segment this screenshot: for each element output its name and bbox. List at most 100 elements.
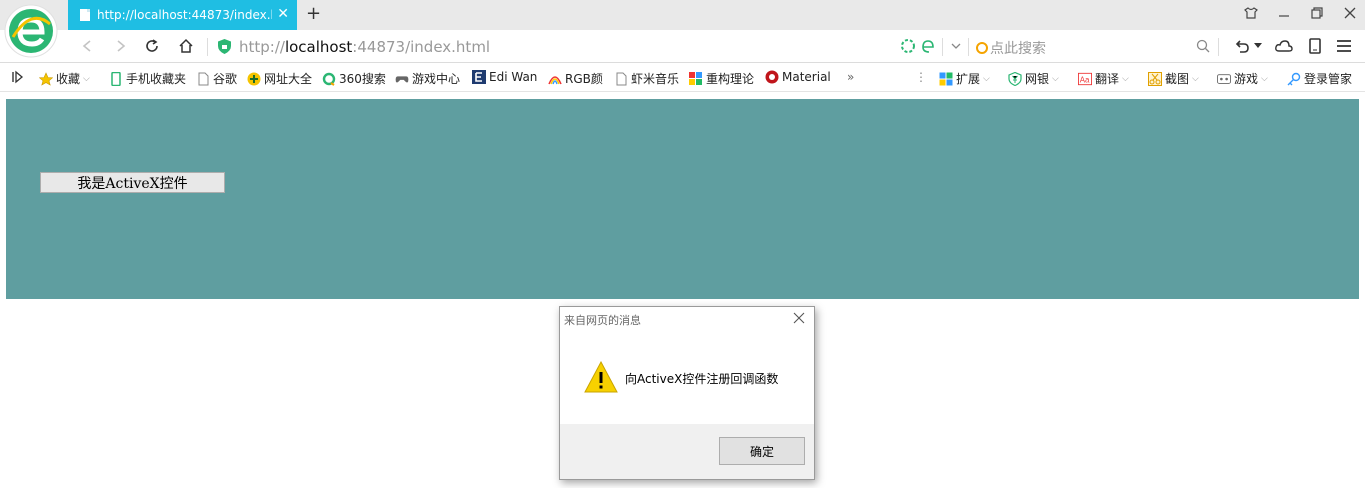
toolbar-item-extensions[interactable]: 扩展 ⌵ — [939, 70, 990, 87]
reload-icon[interactable] — [142, 36, 162, 56]
separator — [1218, 38, 1219, 56]
search-input[interactable]: 点此搜索 — [976, 38, 1210, 58]
bookmark-item-material[interactable]: Material — [765, 70, 831, 84]
bookmark-item-directory[interactable]: 网址大全 — [247, 70, 312, 87]
chevron-down-icon: ⌵ — [83, 73, 90, 84]
edi-icon — [472, 70, 486, 84]
toolbar-item-screenshot[interactable]: 截图 ⌵ — [1148, 70, 1199, 87]
svg-text:Aa: Aa — [1080, 75, 1090, 84]
chevron-down-icon[interactable] — [946, 36, 966, 56]
ok-button[interactable]: 确定 — [719, 437, 805, 465]
toolbar-item-password-manager[interactable]: 登录管家 — [1287, 70, 1352, 87]
activex-control-button[interactable]: 我是ActiveX控件 — [40, 172, 225, 193]
dialog-footer: 确定 — [560, 424, 814, 479]
active-tab[interactable]: http://localhost:44873/index.ht ✕ — [68, 0, 297, 30]
material-icon — [765, 70, 779, 84]
bookmark-item-google[interactable]: 谷歌 — [196, 70, 237, 87]
bookmark-label: 360搜索 — [339, 72, 386, 86]
blocks-icon — [689, 71, 702, 85]
separator — [942, 38, 943, 56]
tab-strip: http://localhost:44873/index.ht ✕ + — [0, 0, 1365, 30]
search-360-icon — [976, 42, 988, 54]
warning-icon — [584, 361, 618, 393]
skin-icon[interactable] — [1244, 6, 1258, 20]
url-field[interactable]: http://localhost:44873/index.html — [239, 38, 490, 56]
toolbar-label: 登录管家 — [1304, 72, 1353, 86]
back-icon[interactable] — [78, 36, 98, 56]
star-icon — [39, 71, 53, 86]
page-content-area: 我是ActiveX控件 — [6, 99, 1359, 299]
restore-icon[interactable] — [1310, 6, 1324, 20]
tab-close-icon[interactable]: ✕ — [277, 7, 289, 21]
window-controls — [1244, 6, 1357, 20]
toolbar-item-games[interactable]: 游戏 ⌵ — [1217, 70, 1268, 87]
phone-icon — [111, 71, 121, 86]
forward-icon[interactable] — [110, 36, 130, 56]
separator — [207, 38, 208, 56]
bookmark-label: 收藏 — [56, 72, 81, 86]
bookmark-label: 游戏中心 — [412, 72, 461, 86]
close-window-icon[interactable] — [1343, 6, 1357, 20]
chevron-down-icon: ⌵ — [1052, 73, 1059, 84]
chevron-down-icon: ⌵ — [1261, 73, 1268, 84]
chevron-down-icon[interactable] — [1252, 36, 1264, 56]
yuan-icon — [1008, 71, 1022, 86]
toolbar-item-banking[interactable]: 网银 ⌵ — [1008, 70, 1059, 87]
search-placeholder: 点此搜索 — [990, 41, 1046, 57]
alert-dialog: 来自网页的消息 向ActiveX控件注册回调函数 确定 — [559, 306, 815, 480]
bookmark-item-refactoring[interactable]: 重构理论 — [689, 70, 754, 87]
sidebar-toggle-icon[interactable] — [12, 70, 24, 84]
bookmark-label: Edi Wan — [489, 70, 538, 84]
undo-close-tab-icon[interactable] — [1232, 36, 1252, 56]
mobile-icon[interactable] — [1305, 36, 1325, 56]
page-icon — [198, 72, 209, 85]
rainbow-icon — [548, 75, 562, 84]
bookmark-bar: 收藏 ⌵ 手机收藏夹 谷歌 网址大全 360搜索 游戏中心 Edi Wan RGB… — [0, 64, 1365, 92]
bookmark-more-button[interactable]: » — [847, 70, 854, 84]
toolbar-item-translate[interactable]: Aa 翻译 ⌵ — [1078, 70, 1129, 87]
bookmark-label: 虾米音乐 — [631, 72, 680, 86]
bookmark-item-ediwan[interactable]: Edi Wan — [472, 70, 537, 84]
toolbar-label: 扩展 — [956, 72, 981, 86]
translate-icon: Aa — [1078, 72, 1092, 85]
toolbar-label: 网银 — [1025, 72, 1050, 86]
bookmark-label: Material — [782, 70, 831, 84]
bookmark-label: 手机收藏夹 — [126, 72, 187, 86]
toolbar-label: 截图 — [1165, 72, 1190, 86]
search-icon[interactable] — [1196, 39, 1210, 56]
game-icon — [1217, 73, 1231, 84]
key-icon — [1287, 72, 1301, 85]
url-path: :44873/index.html — [352, 38, 491, 56]
chevron-down-icon: ⌵ — [1192, 73, 1199, 84]
puzzle-icon — [939, 72, 953, 85]
bookmark-item-games[interactable]: 游戏中心 — [395, 70, 460, 87]
gamepad-icon — [395, 75, 409, 82]
url-host: localhost — [284, 38, 353, 56]
menu-icon[interactable] — [1334, 36, 1354, 56]
chevron-down-icon: ⌵ — [1122, 73, 1129, 84]
separator — [968, 38, 969, 56]
bookmark-item-favorites[interactable]: 收藏 ⌵ — [39, 70, 90, 87]
address-bar: http://localhost:44873/index.html 点此搜索 — [0, 30, 1365, 63]
more-vertical-icon[interactable]: ⋮ — [915, 70, 927, 84]
bookmark-item-rgb[interactable]: RGB颜 — [548, 70, 603, 87]
dialog-message: 向ActiveX控件注册回调函数 — [625, 372, 779, 386]
scissors-icon — [1148, 71, 1162, 86]
close-icon[interactable] — [793, 312, 805, 324]
new-tab-button[interactable]: + — [306, 5, 321, 23]
speed-mode-icon[interactable] — [898, 36, 918, 56]
bookmark-item-360search[interactable]: 360搜索 — [322, 70, 386, 87]
cloud-sync-icon[interactable] — [1274, 36, 1294, 56]
url-scheme: http:// — [239, 38, 285, 56]
tab-title: http://localhost:44873/index.ht — [97, 8, 272, 22]
bookmark-item-mobile[interactable]: 手机收藏夹 — [109, 70, 186, 87]
bookmark-label: 谷歌 — [213, 72, 238, 86]
bookmark-item-xiami[interactable]: 虾米音乐 — [614, 70, 679, 87]
toolbar-label: 翻译 — [1095, 72, 1120, 86]
toolbar-label: 游戏 — [1234, 72, 1259, 86]
bookmark-label: 重构理论 — [706, 72, 755, 86]
browser-logo-icon — [4, 4, 58, 58]
home-icon[interactable] — [176, 36, 196, 56]
minimize-icon[interactable] — [1277, 6, 1291, 20]
ie-mode-icon[interactable] — [918, 36, 938, 56]
